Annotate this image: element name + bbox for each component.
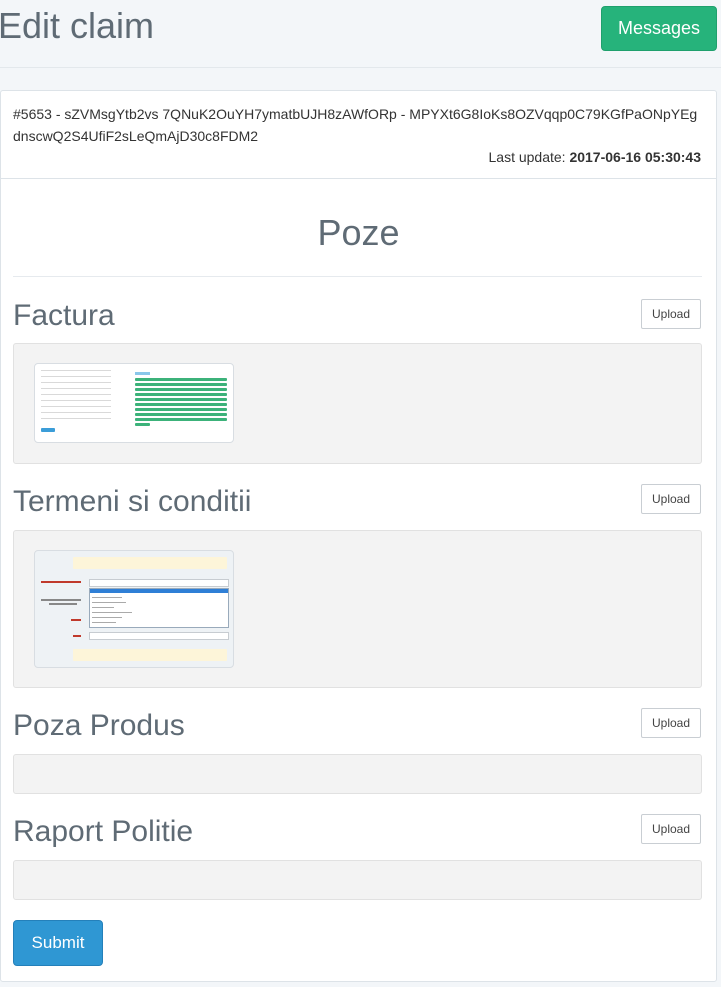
claim-header: #5653 - sZVMsgYtb2vs 7QNuK2OuYH7ymatbUJH…: [1, 91, 716, 179]
upload-button-raport-politie[interactable]: Upload: [641, 814, 701, 844]
upload-button-termeni[interactable]: Upload: [641, 484, 701, 514]
last-update: Last update: 2017-06-16 05:30:43: [489, 147, 702, 167]
upload-button-poza-produs[interactable]: Upload: [641, 708, 701, 738]
submit-button[interactable]: Submit: [13, 920, 103, 966]
thumbnail-progress-bars: [135, 378, 227, 428]
dropzone-poza-produs[interactable]: [13, 754, 702, 794]
section-divider: [13, 276, 702, 277]
thumbnail-dropdown: [89, 588, 229, 628]
dropzone-raport-politie[interactable]: [13, 860, 702, 900]
category-title-raport-politie: Raport Politie: [13, 815, 194, 848]
page-title: Edit claim: [0, 5, 155, 46]
image-thumbnail-termeni[interactable]: [34, 550, 234, 668]
upload-button-factura[interactable]: Upload: [641, 299, 701, 329]
header-divider: [0, 67, 721, 68]
thumbnail-sidebar: [41, 370, 131, 424]
last-update-value: 2017-06-16 05:30:43: [569, 149, 701, 165]
category-title-factura: Factura: [13, 299, 115, 332]
category-title-poza-produs: Poza Produs: [13, 709, 185, 742]
dropzone-factura[interactable]: [13, 343, 702, 464]
category-title-termeni: Termeni si conditii: [13, 485, 252, 518]
image-thumbnail-factura[interactable]: [34, 363, 234, 443]
claim-id-line: #5653 - sZVMsgYtb2vs 7QNuK2OuYH7ymatbUJH…: [13, 106, 698, 144]
last-update-label: Last update:: [488, 149, 566, 165]
messages-button[interactable]: Messages: [601, 6, 717, 51]
section-title: Poze: [317, 212, 400, 253]
dropzone-termeni[interactable]: [13, 530, 702, 688]
claim-panel: #5653 - sZVMsgYtb2vs 7QNuK2OuYH7ymatbUJH…: [0, 90, 717, 982]
